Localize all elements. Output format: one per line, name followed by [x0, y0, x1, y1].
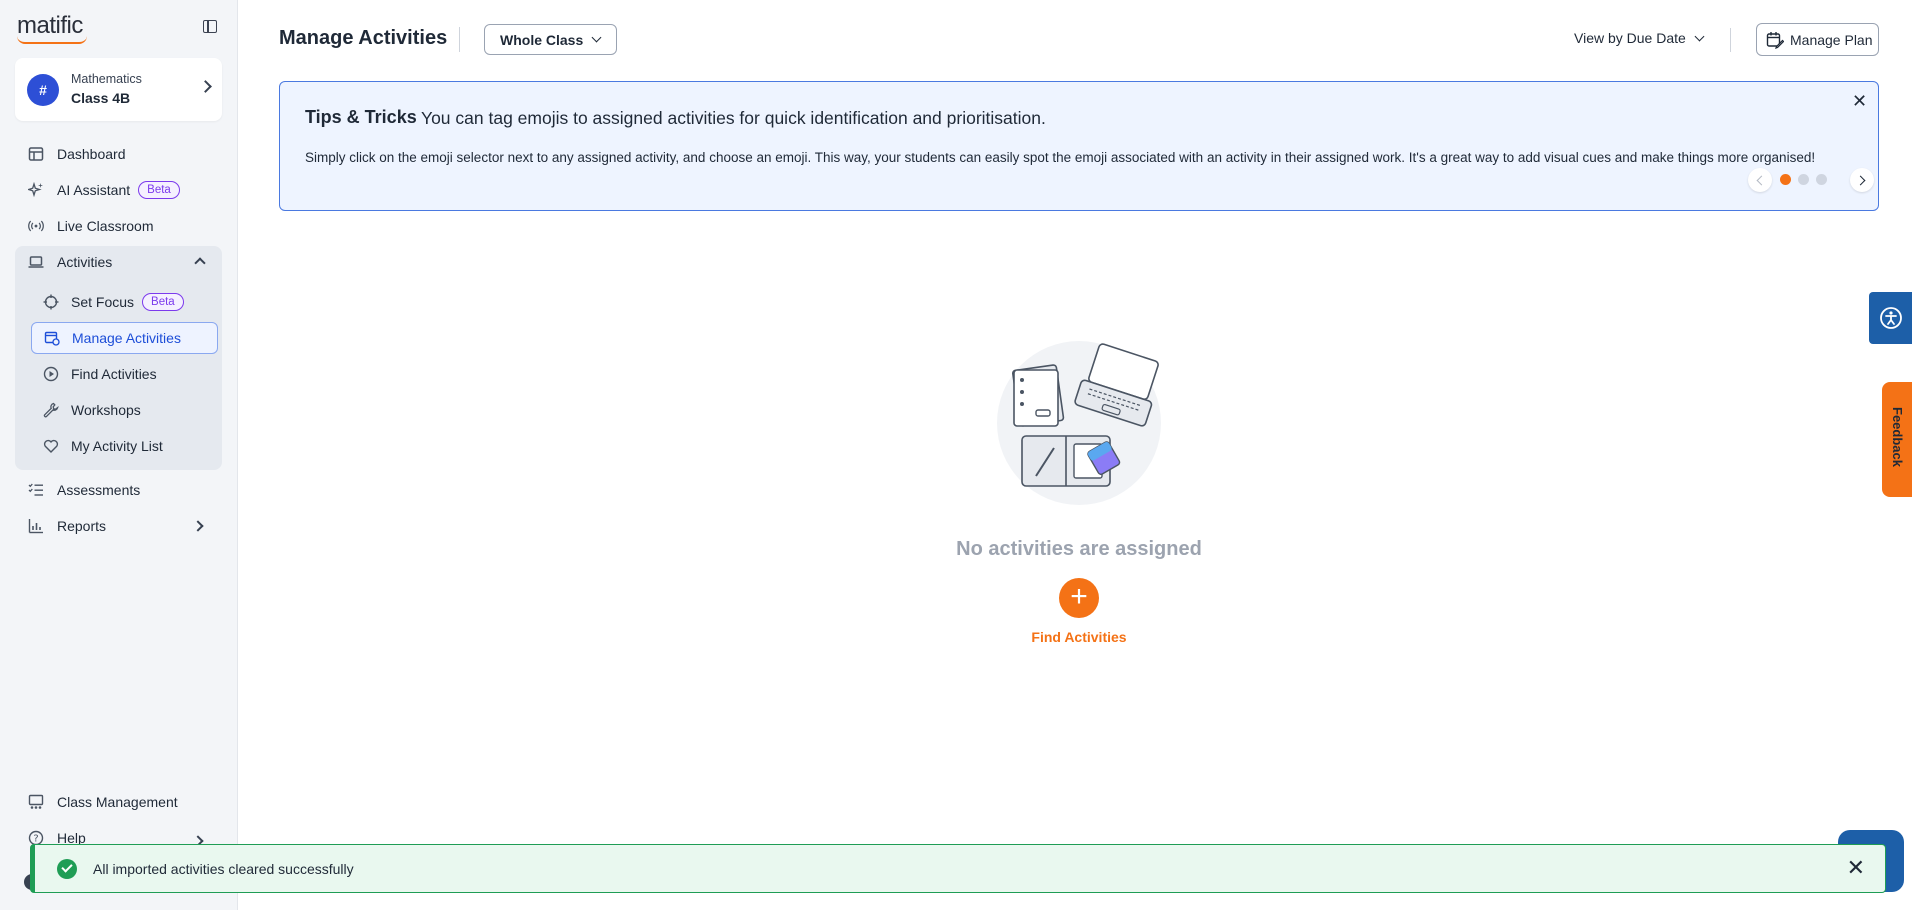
sidebar-item-label: Workshops [71, 402, 141, 418]
find-activities-add-button[interactable]: + [1059, 578, 1099, 618]
carousel-next-button[interactable] [1850, 168, 1874, 192]
chevron-right-icon [192, 520, 204, 532]
carousel-prev-button[interactable] [1748, 168, 1772, 192]
sidebar-item-label: My Activity List [71, 438, 163, 454]
class-name: Class 4B [71, 90, 131, 106]
tips-title: Tips & Tricks [305, 107, 417, 127]
close-icon[interactable]: ✕ [1852, 92, 1867, 110]
accessibility-button[interactable] [1869, 292, 1912, 344]
tips-body: Simply click on the emoji selector next … [305, 150, 1816, 165]
carousel-dot-1[interactable] [1780, 174, 1791, 185]
sidebar-item-find-activities[interactable]: Find Activities [31, 358, 218, 390]
title-divider [459, 27, 460, 52]
collapse-sidebar-icon[interactable] [203, 20, 217, 33]
class-selector-card[interactable]: # Mathematics Class 4B [15, 58, 222, 121]
tips-banner: Tips & Tricks You can tag emojis to assi… [279, 81, 1879, 211]
chevron-right-icon [199, 80, 212, 93]
wrench-icon [43, 402, 59, 418]
header-divider [1730, 28, 1731, 52]
check-circle-icon [57, 858, 77, 879]
find-activities-link[interactable]: Find Activities [979, 629, 1179, 645]
sidebar-item-assessments[interactable]: Assessments [15, 474, 222, 506]
matific-logo[interactable]: matific [17, 12, 87, 44]
sidebar-item-manage-activities[interactable]: Manage Activities [31, 322, 218, 354]
sidebar-item-set-focus[interactable]: Set Focus Beta [31, 286, 218, 318]
sidebar-item-label: Manage Activities [72, 330, 181, 346]
sidebar-item-label: Activities [57, 254, 113, 270]
class-filter-dropdown[interactable]: Whole Class [484, 24, 617, 55]
calendar-settings-icon [44, 330, 60, 346]
sidebar-item-reports[interactable]: Reports [15, 510, 222, 542]
close-icon[interactable]: ✕ [1847, 857, 1865, 879]
sparkles-icon [28, 182, 44, 198]
beta-badge: Beta [138, 181, 180, 199]
manage-plan-button[interactable]: Manage Plan [1756, 23, 1879, 56]
sidebar-item-label: Live Classroom [57, 218, 154, 234]
classroom-icon [28, 794, 44, 810]
chevron-right-icon [1855, 175, 1866, 185]
sidebar-item-label: Class Management [57, 794, 178, 810]
view-by-label: View by Due Date [1574, 30, 1686, 46]
carousel-dot-2[interactable] [1798, 174, 1809, 185]
sidebar: matific # Mathematics Class 4B Dashboard… [0, 0, 238, 910]
class-filter-label: Whole Class [500, 31, 584, 48]
play-circle-icon [43, 366, 59, 382]
toast-message: All imported activities cleared successf… [93, 860, 354, 877]
sidebar-item-dashboard[interactable]: Dashboard [15, 138, 222, 170]
chevron-down-icon [591, 32, 602, 43]
sidebar-item-my-activity-list[interactable]: My Activity List [31, 430, 218, 462]
feedback-label: Feedback [1890, 407, 1905, 467]
logo-swoosh [17, 36, 87, 44]
sidebar-item-workshops[interactable]: Workshops [31, 394, 218, 426]
success-toast: All imported activities cleared successf… [30, 844, 1886, 893]
beta-badge: Beta [142, 293, 184, 311]
calendar-edit-icon [1766, 31, 1785, 49]
dashboard-icon [28, 146, 44, 162]
sidebar-item-label: Assessments [57, 482, 141, 498]
sidebar-item-label: AI Assistant [57, 182, 131, 198]
crosshair-icon [43, 294, 59, 310]
class-avatar-icon: # [27, 74, 59, 106]
sidebar-item-activities[interactable]: Activities [15, 246, 222, 278]
accessibility-icon [1879, 307, 1902, 329]
chevron-left-icon [1756, 175, 1767, 185]
sidebar-item-ai-assistant[interactable]: AI Assistant Beta [15, 174, 222, 206]
class-subject: Mathematics [71, 72, 142, 86]
chevron-down-icon [1694, 31, 1705, 41]
sidebar-item-label: Reports [57, 518, 107, 534]
sidebar-item-label: Dashboard [57, 146, 126, 162]
carousel-dot-3[interactable] [1816, 174, 1827, 185]
heart-icon [43, 438, 59, 454]
plus-icon: + [1070, 580, 1088, 613]
empty-state-message: No activities are assigned [956, 538, 1202, 560]
broadcast-icon [28, 218, 44, 234]
sidebar-item-label: Find Activities [71, 366, 157, 382]
tips-headline: You can tag emojis to assigned activitie… [421, 108, 1046, 128]
bar-chart-icon [28, 518, 44, 534]
page-title: Manage Activities [279, 27, 448, 49]
checklist-icon [28, 482, 44, 498]
sidebar-item-class-management[interactable]: Class Management [15, 786, 222, 818]
sidebar-item-label: Set Focus [71, 294, 135, 310]
logo-text: matific [17, 12, 83, 39]
laptop-icon [28, 254, 44, 270]
svg-text:?: ? [33, 834, 38, 845]
sidebar-item-live-classroom[interactable]: Live Classroom [15, 210, 222, 242]
chevron-up-icon [194, 257, 206, 269]
manage-plan-label: Manage Plan [1790, 31, 1873, 48]
feedback-tab[interactable]: Feedback [1882, 382, 1912, 497]
view-by-dropdown[interactable]: View by Due Date [1574, 30, 1705, 46]
empty-state-illustration [996, 340, 1162, 506]
